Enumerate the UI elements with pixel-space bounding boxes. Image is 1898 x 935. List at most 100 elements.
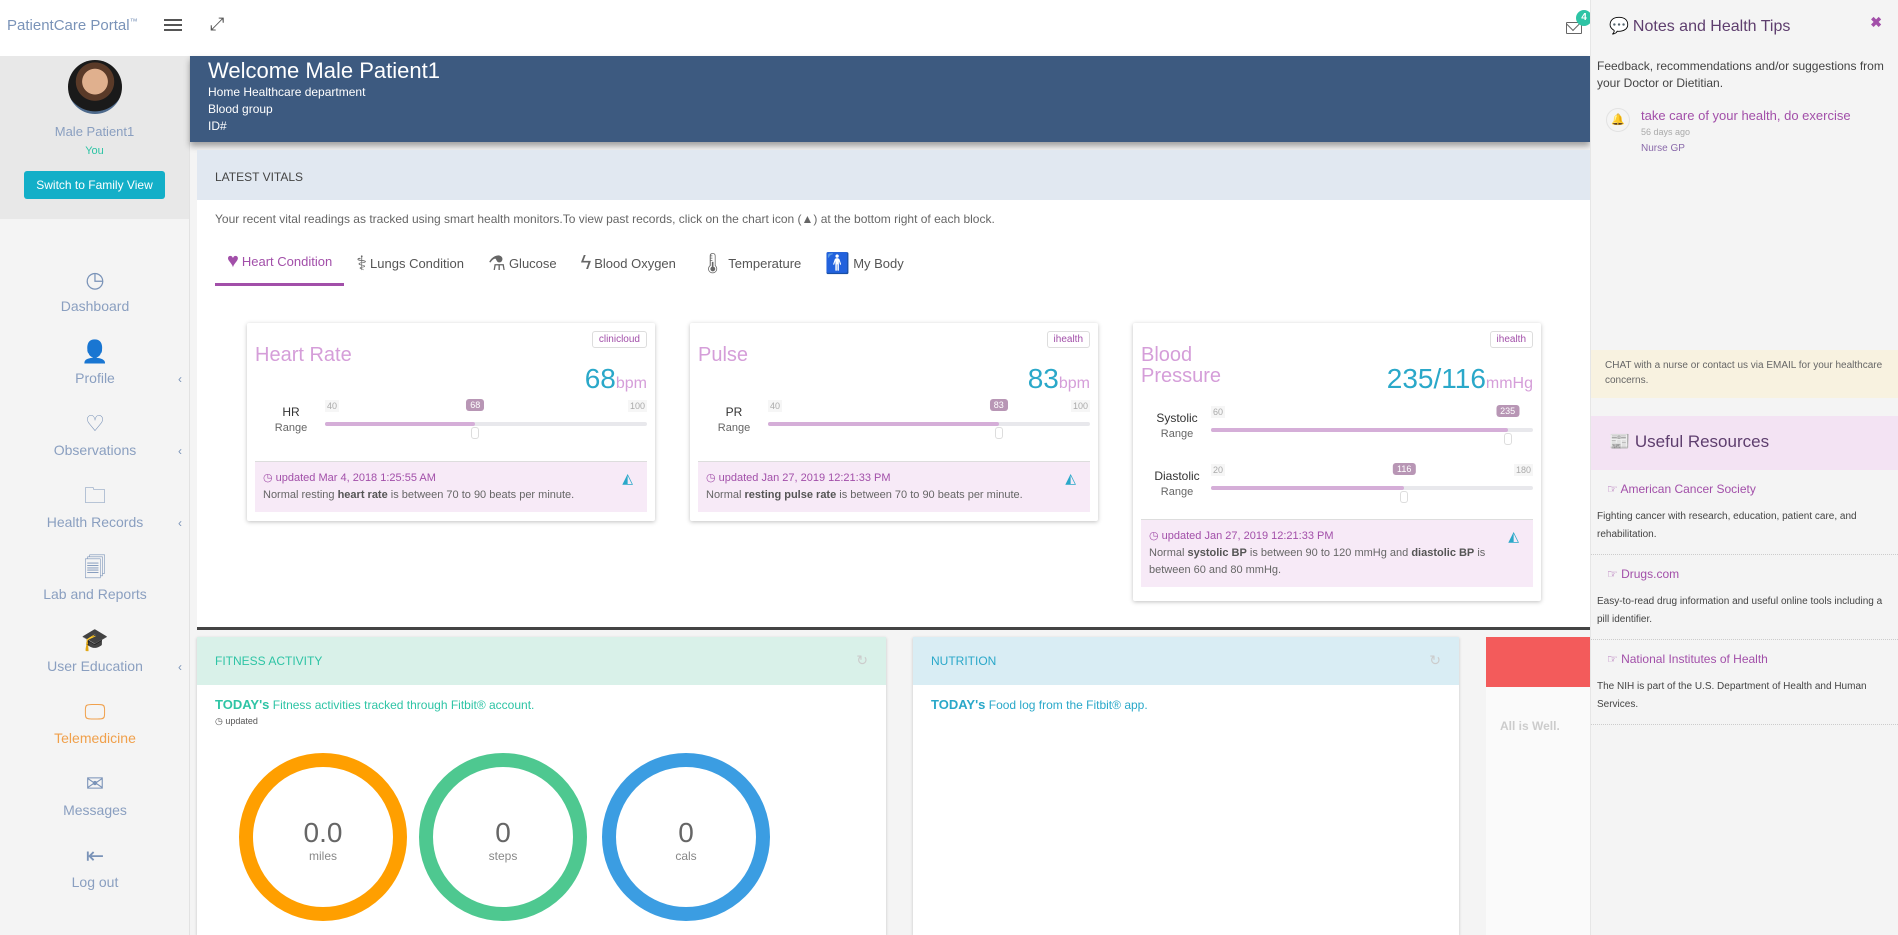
department: Home Healthcare department xyxy=(208,85,366,99)
fitness-updated: ◷ updated xyxy=(197,716,886,727)
tab-lungs-condition[interactable]: ⚕ Lungs Condition xyxy=(344,246,476,286)
sidebar-item-label: Telemedicine xyxy=(54,730,136,746)
logout-icon: ⇤ xyxy=(85,843,105,868)
menu-toggle-icon[interactable] xyxy=(164,16,182,34)
range-slider[interactable]: Diastolic Range 20 180 116 xyxy=(1133,459,1541,509)
note-text: Normal xyxy=(706,489,745,501)
chat-info: CHAT with a nurse or contact us via EMAI… xyxy=(1591,350,1898,398)
fitness-ring-steps: 0 steps xyxy=(419,753,587,921)
sidebar-item-log-out[interactable]: ⇤ Log out xyxy=(0,842,190,914)
vital-note: Normal resting heart rate is between 70 … xyxy=(263,487,639,504)
area-chart-icon[interactable]: ◭ xyxy=(1508,528,1519,545)
slider-handle[interactable] xyxy=(471,427,480,439)
welcome-banner: Welcome Male Patient1 Home Healthcare de… xyxy=(190,56,1590,142)
blood-group: Blood group xyxy=(208,102,273,116)
nutrition-title: NUTRITION xyxy=(931,654,997,668)
brand-logo[interactable]: PatientCare Portal™ xyxy=(7,17,138,34)
vital-number: 83 xyxy=(1027,363,1059,394)
temperature-icon: 🌡 xyxy=(699,252,726,275)
today-label: TODAY's xyxy=(215,697,270,712)
vital-title: Blood Pressure xyxy=(1141,344,1222,387)
fitness-header: FITNESS ACTIVITY ↻ xyxy=(197,637,886,685)
slider-track[interactable] xyxy=(1211,428,1533,432)
my-body-icon: 🚹 xyxy=(825,252,851,275)
tab-temperature[interactable]: 🌡 Temperature xyxy=(688,246,813,286)
vital-unit: mmHg xyxy=(1485,375,1533,392)
resources-header: 📰 Useful Resources xyxy=(1591,416,1898,470)
fullscreen-icon[interactable]: ⤢ xyxy=(210,14,224,35)
sidebar-item-observations[interactable]: ♡ Observations ‹ xyxy=(0,410,190,482)
vital-note: Normal resting pulse rate is between 70 … xyxy=(706,487,1082,504)
vital-number: 235/116 xyxy=(1386,363,1486,394)
tab-heart-condition[interactable]: ♥ Heart Condition xyxy=(215,246,345,286)
sidebar-item-profile[interactable]: 👤 Profile ‹ xyxy=(0,338,190,410)
notes-panel: 💬 Notes and Health Tips ✖ Feedback, recom… xyxy=(1590,0,1898,935)
range-slider[interactable]: HR Range 40 100 68 xyxy=(247,395,655,445)
vital-number: 68 xyxy=(584,363,616,394)
sidebar-item-label: User Education xyxy=(47,658,143,674)
note-bold: heart rate xyxy=(337,489,388,501)
fitness-ring-miles: 0.0 miles xyxy=(239,753,407,921)
user-relation: You xyxy=(85,145,104,157)
note-text: is between 70 to 90 beats per minute. xyxy=(387,489,575,501)
note-time: 56 days ago xyxy=(1641,127,1691,137)
note-bold: systolic BP xyxy=(1187,547,1247,559)
tab-blood-oxygen[interactable]: ϟ Blood Oxygen xyxy=(569,246,688,286)
slider-handle[interactable] xyxy=(1503,433,1512,445)
sidebar-item-user-education[interactable]: 🎓 User Education ‹ xyxy=(0,626,190,698)
area-chart-icon[interactable]: ◭ xyxy=(622,470,633,487)
sidebar-item-label: Messages xyxy=(63,802,127,818)
sidebar-item-telemedicine[interactable]: 🖵 Telemedicine xyxy=(0,698,190,770)
comments-icon: 💬 xyxy=(1609,18,1629,35)
sidebar-item-label: Log out xyxy=(71,874,119,890)
updated-time: ◷ updated Jan 27, 2019 12:21:33 PM xyxy=(706,470,1082,487)
note-text: Normal xyxy=(1149,547,1188,559)
tab-my-body[interactable]: 🚹 My Body xyxy=(813,246,915,286)
refresh-icon[interactable]: ↻ xyxy=(1429,652,1441,669)
vital-card: clinicloud Heart Rate 68bpm HR Range 40 100 68 ◷… xyxy=(247,323,655,521)
resource-link[interactable]: ☞ Drugs.com xyxy=(1607,567,1892,581)
note-link[interactable]: take care of your health, do exercise xyxy=(1641,108,1898,123)
chevron-left-icon[interactable]: ‹ xyxy=(178,660,182,674)
clock-icon: ◷ xyxy=(1149,530,1162,542)
sidebar-item-messages[interactable]: ✉ Messages xyxy=(0,770,190,842)
vital-value: 68bpm xyxy=(585,363,647,395)
resource-link[interactable]: ☞ National Institutes of Health xyxy=(1607,652,1892,666)
slider-fill xyxy=(768,422,999,426)
sidebar-item-health-records[interactable]: 🗀 Health Records ‹ xyxy=(0,482,190,554)
refresh-icon[interactable]: ↻ xyxy=(856,652,868,669)
chevron-left-icon[interactable]: ‹ xyxy=(178,372,182,386)
resource-name: National Institutes of Health xyxy=(1621,652,1768,666)
range-min: 60 xyxy=(1211,406,1226,418)
close-icon[interactable]: ✖ xyxy=(1870,14,1882,31)
sidebar-item-label: Profile xyxy=(75,370,115,386)
slider-track[interactable] xyxy=(1211,486,1533,490)
range-name: Systolic xyxy=(1156,411,1198,425)
slider-handle[interactable] xyxy=(1400,491,1409,503)
chevron-left-icon[interactable]: ‹ xyxy=(178,444,182,458)
sidebar: Male Patient1 You Switch to Family View … xyxy=(0,56,190,935)
sidebar-item-lab-and-reports[interactable]: 🗐 Lab and Reports xyxy=(0,554,190,626)
clock-icon: ◷ xyxy=(706,472,719,484)
latest-vitals-panel: LATEST VITALS Your recent vital readings… xyxy=(197,150,1590,630)
slider-track[interactable] xyxy=(325,422,647,426)
switch-family-view-button[interactable]: Switch to Family View xyxy=(24,171,165,199)
source-badge: ihealth xyxy=(1046,331,1090,348)
ring-value: 0.0 xyxy=(303,817,343,848)
note-text: Normal resting xyxy=(263,489,338,501)
vital-value: 83bpm xyxy=(1028,363,1090,395)
chevron-left-icon[interactable]: ‹ xyxy=(178,516,182,530)
vital-value: 235/116mmHg xyxy=(1387,363,1533,395)
sidebar-item-dashboard[interactable]: ◷ Dashboard xyxy=(0,266,190,338)
range-slider[interactable]: Systolic Range 60 235 xyxy=(1133,401,1541,451)
tab-glucose[interactable]: ⚗ Glucose xyxy=(476,246,569,286)
area-chart-icon[interactable]: ◭ xyxy=(1065,470,1076,487)
note-author: Nurse GP xyxy=(1641,143,1685,154)
slider-track[interactable] xyxy=(768,422,1090,426)
resource-link[interactable]: ☞ American Cancer Society xyxy=(1607,482,1892,496)
range-slider[interactable]: PR Range 40 100 83 xyxy=(690,395,1098,445)
slider-handle[interactable] xyxy=(994,427,1003,439)
avatar[interactable] xyxy=(67,60,122,114)
fitness-ring-cals: 0 cals xyxy=(602,753,770,921)
fitness-title: FITNESS ACTIVITY xyxy=(215,654,323,668)
